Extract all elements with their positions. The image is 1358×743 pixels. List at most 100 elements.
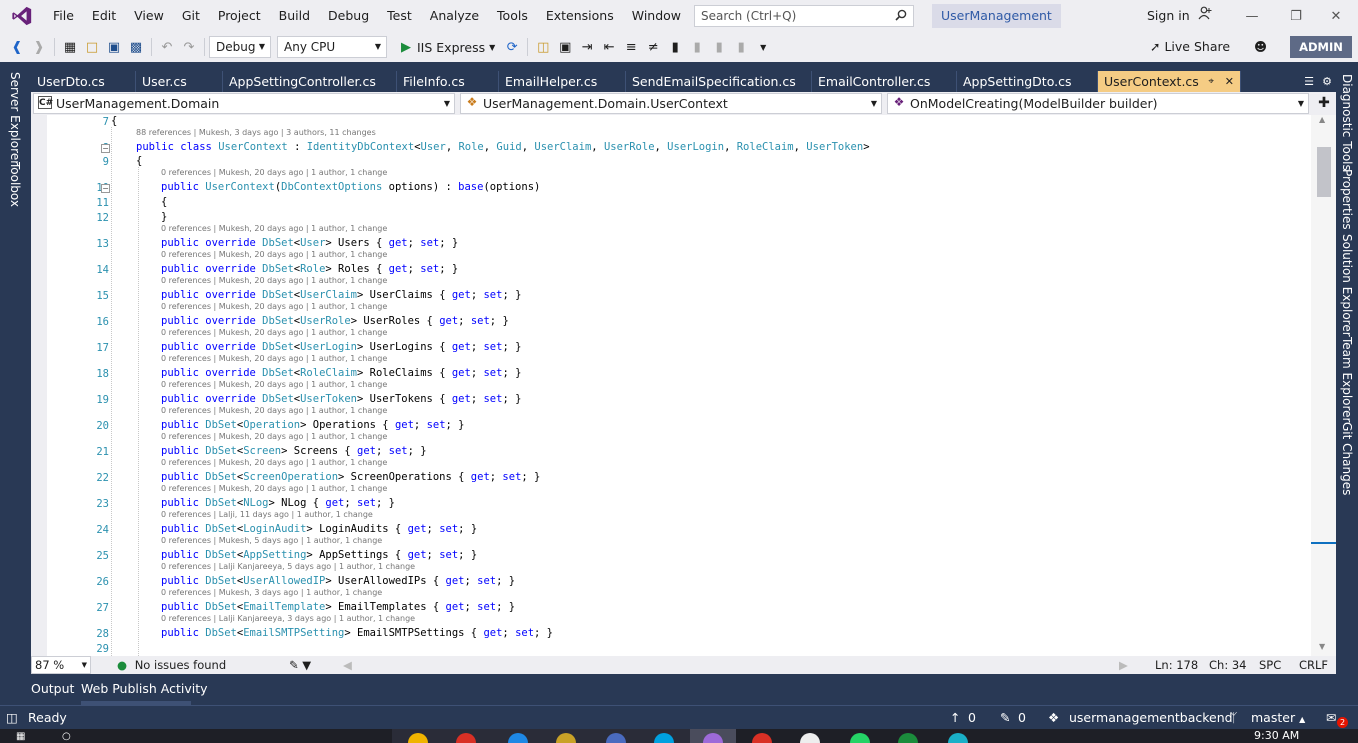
- uncomment-icon[interactable]: ≠: [643, 36, 663, 58]
- line-ending-indicator[interactable]: CRLF: [1299, 657, 1328, 673]
- codelens-info[interactable]: 0 references | Mukesh, 20 days ago | 1 a…: [161, 458, 387, 467]
- solution-explorer-tab[interactable]: Solution Explorer: [1340, 234, 1354, 337]
- code-line[interactable]: public override DbSet<UserClaim> UserCla…: [161, 289, 521, 301]
- clock-time[interactable]: 9:30 AM: [1254, 730, 1299, 742]
- menu-analyze[interactable]: Analyze: [421, 0, 488, 32]
- menu-view[interactable]: View: [125, 0, 173, 32]
- codelens-info[interactable]: 0 references | Mukesh, 20 days ago | 1 a…: [161, 354, 387, 363]
- split-window-icon[interactable]: ✚: [1315, 93, 1333, 114]
- output-window-icon[interactable]: ◫: [6, 706, 18, 729]
- code-line[interactable]: public DbSet<Screen> Screens { get; set;…: [161, 445, 427, 457]
- code-line[interactable]: {: [136, 155, 142, 167]
- member-dropdown[interactable]: ❖ OnModelCreating(ModelBuilder builder) …: [887, 93, 1309, 114]
- codelens-info[interactable]: 0 references | Mukesh, 20 days ago | 1 a…: [161, 432, 387, 441]
- code-line[interactable]: public DbSet<ScreenOperation> ScreenOper…: [161, 471, 540, 483]
- scroll-down-icon[interactable]: ▼: [1319, 642, 1325, 651]
- refresh-icon[interactable]: ⟳: [502, 36, 522, 58]
- collapse-region-icon[interactable]: −: [101, 184, 110, 193]
- code-line[interactable]: public DbSet<LoginAudit> LoginAudits { g…: [161, 523, 477, 535]
- collapse-region-icon[interactable]: −: [101, 144, 110, 153]
- tab-user-cs[interactable]: User.cs: [136, 71, 223, 92]
- app-icon[interactable]: [948, 733, 968, 743]
- clear-bookmarks-icon[interactable]: ▮: [731, 36, 751, 58]
- issues-indicator[interactable]: ● No issues found: [117, 657, 226, 673]
- unpushed-commits-count[interactable]: 0: [968, 706, 976, 729]
- app-icon[interactable]: [800, 733, 820, 743]
- pencil-icon[interactable]: ✎: [1000, 706, 1010, 729]
- settings-gear-icon[interactable]: ⚙: [1322, 75, 1332, 88]
- code-line[interactable]: public DbSet<EmailTemplate> EmailTemplat…: [161, 601, 515, 613]
- navigate-forward-icon[interactable]: ❱: [29, 36, 49, 58]
- maximize-button[interactable]: ❐: [1274, 0, 1318, 32]
- code-line[interactable]: public DbSet<NLog> NLog { get; set; }: [161, 497, 395, 509]
- menu-window[interactable]: Window: [623, 0, 690, 32]
- tab-sendemailspecification-cs[interactable]: SendEmailSpecification.cs: [626, 71, 812, 92]
- codelens-info[interactable]: 0 references | Mukesh, 20 days ago | 1 a…: [161, 328, 387, 337]
- code-line[interactable]: public DbSet<EmailSMTPSetting> EmailSMTP…: [161, 627, 553, 639]
- bookmark-icon[interactable]: ▮: [665, 36, 685, 58]
- web-publish-activity-tab[interactable]: Web Publish Activity: [81, 681, 208, 696]
- tab-userdto-cs[interactable]: UserDto.cs: [31, 71, 136, 92]
- sign-in-button[interactable]: Sign in: [1147, 0, 1212, 32]
- notifications-bell-icon[interactable]: ✉: [1326, 706, 1336, 729]
- save-icon[interactable]: ▣: [104, 36, 124, 58]
- team-explorer-tab[interactable]: Team Explorer: [1340, 337, 1354, 423]
- column-indicator[interactable]: Ch: 34: [1209, 657, 1246, 673]
- code-line[interactable]: public override DbSet<UserToken> UserTok…: [161, 393, 521, 405]
- zoom-dropdown[interactable]: 87 % ▼: [31, 656, 91, 674]
- repository-icon[interactable]: ❖: [1048, 706, 1059, 729]
- feedback-icon[interactable]: ☻: [1254, 39, 1267, 54]
- code-line[interactable]: {: [161, 196, 167, 208]
- menu-edit[interactable]: Edit: [83, 0, 125, 32]
- arrow-up-icon[interactable]: ↑: [950, 706, 960, 729]
- code-line[interactable]: public class UserContext : IdentityDbCon…: [136, 141, 870, 153]
- visual-studio-logo-icon[interactable]: [0, 0, 44, 32]
- search-input[interactable]: Search (Ctrl+Q): [694, 5, 914, 27]
- properties-tab[interactable]: Properties: [1340, 169, 1354, 230]
- codelens-info[interactable]: 0 references | Mukesh, 20 days ago | 1 a…: [161, 168, 387, 177]
- code-line[interactable]: public override DbSet<UserLogin> UserLog…: [161, 341, 521, 353]
- tab-list-dropdown-icon[interactable]: ☰: [1304, 75, 1314, 88]
- codelens-info[interactable]: 0 references | Lalji Kanjareeya, 3 days …: [161, 614, 415, 623]
- code-line[interactable]: public DbSet<Operation> Operations { get…: [161, 419, 465, 431]
- outdent-icon[interactable]: ⇤: [599, 36, 619, 58]
- code-line[interactable]: public override DbSet<User> Users { get;…: [161, 237, 458, 249]
- menu-git[interactable]: Git: [173, 0, 209, 32]
- menu-tools[interactable]: Tools: [488, 0, 537, 32]
- pending-changes-count[interactable]: 0: [1018, 706, 1026, 729]
- redo-icon[interactable]: ↷: [179, 36, 199, 58]
- codelens-info[interactable]: 0 references | Mukesh, 20 days ago | 1 a…: [161, 380, 387, 389]
- code-line[interactable]: }: [161, 211, 167, 223]
- codelens-info[interactable]: 0 references | Mukesh, 20 days ago | 1 a…: [161, 406, 387, 415]
- codelens-info[interactable]: 88 references | Mukesh, 3 days ago | 3 a…: [136, 128, 376, 137]
- server-explorer-tab[interactable]: Server Explorer: [8, 72, 22, 165]
- codelens-info[interactable]: 0 references | Mukesh, 20 days ago | 1 a…: [161, 484, 387, 493]
- tab-appsettingcontroller-cs[interactable]: AppSettingController.cs: [223, 71, 397, 92]
- codelens-info[interactable]: 0 references | Mukesh, 5 days ago | 1 au…: [161, 536, 382, 545]
- whatsapp-icon[interactable]: [850, 733, 870, 743]
- new-project-icon[interactable]: ▦: [60, 36, 80, 58]
- menu-project[interactable]: Project: [209, 0, 270, 32]
- code-line[interactable]: {: [111, 115, 117, 127]
- vertical-scrollbar[interactable]: ▲ ▼: [1311, 115, 1336, 656]
- undo-icon[interactable]: ↶: [157, 36, 177, 58]
- spacing-indicator[interactable]: SPC: [1259, 657, 1281, 673]
- codelens-info[interactable]: 0 references | Lalji, 11 days ago | 1 au…: [161, 510, 373, 519]
- repository-name[interactable]: usermanagementbackend: [1069, 706, 1233, 729]
- start-debugging-icon[interactable]: ▶: [396, 36, 416, 58]
- codelens-info[interactable]: 0 references | Mukesh, 20 days ago | 1 a…: [161, 276, 387, 285]
- menu-debug[interactable]: Debug: [319, 0, 378, 32]
- minimize-button[interactable]: —: [1230, 0, 1274, 32]
- pin-icon[interactable]: ⌖: [1208, 71, 1214, 92]
- open-folder-icon[interactable]: □: [82, 36, 102, 58]
- menu-extensions[interactable]: Extensions: [537, 0, 623, 32]
- live-share-button[interactable]: ➚ Live Share ☻: [1150, 32, 1267, 62]
- code-line[interactable]: public override DbSet<UserRole> UserRole…: [161, 315, 509, 327]
- code-cleanup-icon[interactable]: ✎ ▼: [289, 657, 311, 673]
- menu-build[interactable]: Build: [270, 0, 319, 32]
- code-line[interactable]: public override DbSet<RoleClaim> RoleCla…: [161, 367, 521, 379]
- chevron-down-icon[interactable]: ▼: [489, 43, 495, 52]
- output-tab[interactable]: Output: [31, 681, 74, 696]
- code-editor[interactable]: 7{888 references | Mukesh, 3 days ago | …: [31, 115, 1336, 656]
- tab-emailhelper-cs[interactable]: EmailHelper.cs: [499, 71, 626, 92]
